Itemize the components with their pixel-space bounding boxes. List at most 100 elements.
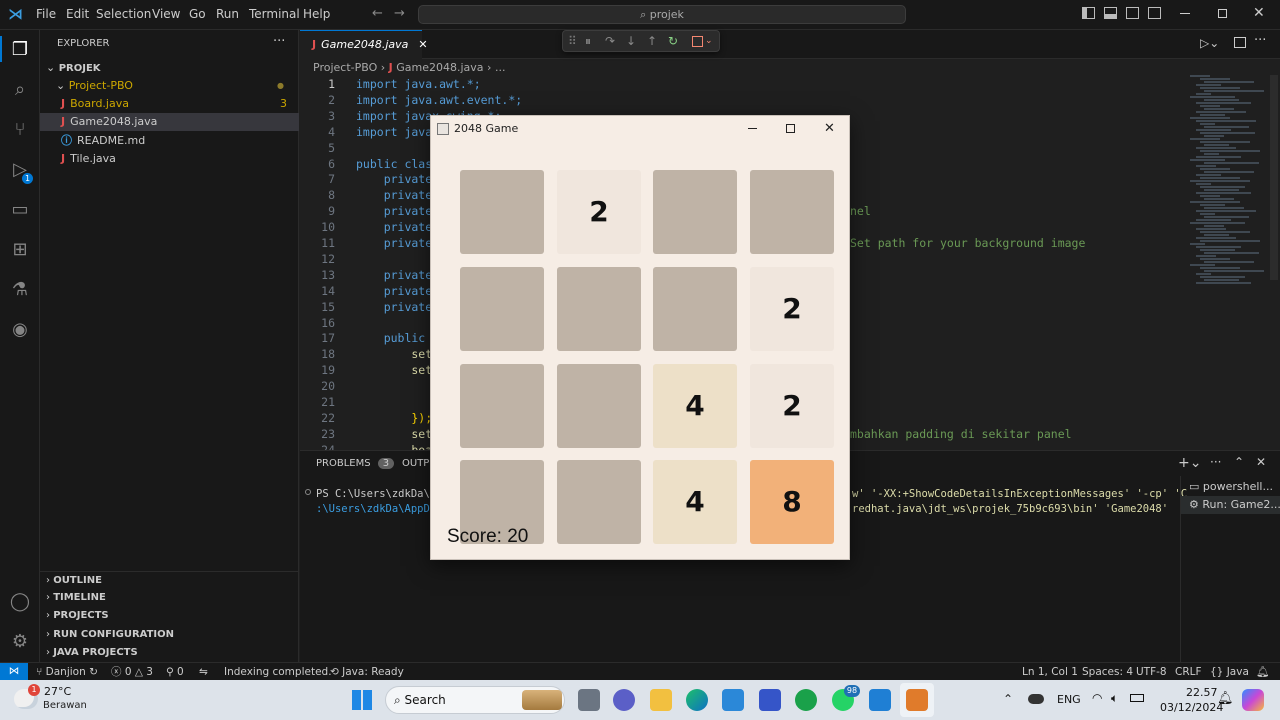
file-explorer-icon[interactable] [650, 689, 672, 711]
battery-icon[interactable] [1130, 694, 1144, 702]
ports-indicator[interactable]: ⚲ 0 [166, 665, 184, 679]
breadcrumb-file[interactable]: Game2048.java [396, 61, 483, 74]
section-timeline[interactable]: › TIMELINE [40, 589, 299, 607]
menu-file[interactable]: File [36, 7, 56, 21]
encoding[interactable]: UTF-8 [1136, 665, 1167, 679]
windows-start-icon[interactable] [352, 690, 372, 710]
end-of-line[interactable]: CRLF [1175, 665, 1202, 679]
file-item[interactable]: J Board.java 3 [40, 95, 299, 113]
pause-icon[interactable]: ⏸ [585, 33, 591, 49]
panel-more-icon[interactable]: ··· [1210, 455, 1221, 469]
menu-selection[interactable]: Selection [96, 7, 151, 21]
github-icon[interactable]: ◉ [8, 318, 32, 342]
toggle-sidebar-icon[interactable] [1082, 7, 1095, 19]
extensions-icon[interactable]: ⊞ [8, 238, 32, 262]
close-panel-icon[interactable]: ✕ [1256, 455, 1266, 469]
section-outline[interactable]: › OUTLINE [40, 571, 299, 589]
language-indicator[interactable]: ENG [1057, 693, 1081, 706]
step-out-icon[interactable]: ↑ [647, 33, 657, 49]
sync-icon[interactable]: ⇋ [199, 665, 208, 679]
step-over-icon[interactable]: ↷ [605, 33, 615, 49]
remote-explorer-icon[interactable]: ▭ [8, 198, 32, 222]
menu-terminal[interactable]: Terminal [249, 7, 300, 21]
game-board[interactable]: 224248 [431, 142, 849, 560]
tab-close-icon[interactable]: ✕ [418, 38, 427, 51]
project-folder-row[interactable]: ⌄ Project-PBO ● [40, 77, 299, 95]
breadcrumb-folder[interactable]: Project-PBO [313, 61, 377, 74]
copilot-icon[interactable] [1242, 689, 1264, 711]
accounts-icon[interactable]: ◯ [8, 590, 32, 614]
editor-more-icon[interactable]: ··· [1254, 33, 1266, 48]
task-view-icon[interactable] [578, 689, 600, 711]
minimize-icon[interactable] [1180, 13, 1190, 14]
edge-icon[interactable] [686, 689, 708, 711]
command-search-input[interactable]: ⌕ projek [418, 5, 906, 24]
weather-temp[interactable]: 27°C [44, 685, 71, 698]
wifi-icon[interactable]: ◠ [1092, 691, 1102, 705]
stop-icon[interactable] [692, 36, 703, 47]
file-item[interactable]: J Game2048.java [40, 113, 299, 132]
menu-view[interactable]: View [152, 7, 180, 21]
code-line[interactable]: 2 import java.awt.event.*; [300, 92, 1190, 108]
notification-bell-icon[interactable]: 🔔︎ [1217, 691, 1234, 706]
indentation[interactable]: Spaces: 4 [1082, 665, 1133, 679]
settings-gear-icon[interactable]: ⚙ [8, 630, 32, 654]
maximize-panel-icon[interactable]: ⌃ [1234, 455, 1244, 469]
breadcrumb-more[interactable]: ... [495, 61, 506, 74]
source-control-icon[interactable]: ⑂ [8, 118, 32, 142]
tab-game2048[interactable]: J Game2048.java ✕ [300, 30, 428, 59]
toggle-panel-icon[interactable] [1104, 7, 1117, 19]
store-icon[interactable] [722, 689, 744, 711]
new-terminal-icon[interactable]: +⌄ [1178, 455, 1201, 471]
menu-run[interactable]: Run [216, 7, 239, 21]
clock-time[interactable]: 22.57 [1186, 686, 1218, 699]
java-status[interactable]: ⟲ Java: Ready [330, 665, 404, 679]
menu-help[interactable]: Help [303, 7, 330, 21]
customize-layout-icon[interactable] [1148, 7, 1161, 19]
weather-desc[interactable]: Berawan [43, 700, 87, 711]
tab-problems[interactable]: PROBLEMS 3 [316, 458, 395, 469]
remote-indicator-icon[interactable]: ⋈ [0, 663, 28, 680]
chevron-up-icon[interactable]: ⌃ [1003, 692, 1013, 706]
file-item[interactable]: ⓘ README.md [40, 132, 299, 150]
problems-indicator[interactable]: ⓧ 0 △ 3 [111, 665, 153, 679]
taskbar-search-box[interactable]: ⌕ Search [385, 686, 565, 714]
maximize-icon[interactable] [1218, 9, 1227, 18]
split-editor-icon[interactable] [1234, 37, 1246, 48]
run-icon[interactable]: ▷⌄ [1200, 36, 1219, 50]
stop-dropdown-icon[interactable]: ⌄ [705, 33, 713, 49]
branch-indicator[interactable]: ⑂ Danjion ↻ [36, 665, 98, 679]
editor-scrollbar[interactable] [1270, 75, 1278, 280]
section-run-configuration[interactable]: › RUN CONFIGURATION [40, 626, 299, 644]
indexing-status[interactable]: Indexing completed. [224, 665, 332, 679]
toggle-secondary-sidebar-icon[interactable] [1126, 7, 1139, 19]
teams-icon[interactable] [613, 689, 635, 711]
step-into-icon[interactable]: ↓ [626, 33, 636, 49]
notifications-bell-icon[interactable]: 🔔︎ [1256, 665, 1269, 679]
game-close-icon[interactable]: ✕ [824, 116, 835, 142]
clock-date[interactable]: 03/12/2024 [1160, 701, 1223, 714]
back-arrow-icon[interactable]: ← [372, 6, 383, 21]
app-n-icon[interactable] [759, 689, 781, 711]
section-projects[interactable]: › PROJECTS [40, 607, 299, 625]
restart-icon[interactable]: ↻ [668, 33, 678, 49]
explorer-more-icon[interactable]: ··· [273, 34, 285, 49]
explorer-icon[interactable]: ❐ [8, 38, 32, 62]
terminal-item-run[interactable]: ⚙ Run: Game2... [1181, 496, 1280, 514]
search-icon[interactable]: ⌕ [8, 78, 32, 102]
menu-edit[interactable]: Edit [66, 7, 89, 21]
close-icon[interactable]: ✕ [1253, 5, 1265, 21]
xbox-icon[interactable] [795, 689, 817, 711]
menu-go[interactable]: Go [189, 7, 206, 21]
testing-icon[interactable]: ⚗ [8, 278, 32, 302]
root-folder-row[interactable]: ⌄ PROJEK [40, 59, 299, 77]
game-minimize-icon[interactable] [748, 128, 757, 129]
terminal-item-powershell[interactable]: ▭ powershell... [1189, 480, 1273, 493]
minimap[interactable] [1190, 75, 1266, 285]
volume-icon[interactable]: 🔈︎ [1111, 691, 1118, 706]
language-mode[interactable]: {} Java [1210, 665, 1249, 679]
game-maximize-icon[interactable] [786, 124, 795, 133]
vscode-taskbar-icon[interactable] [869, 689, 891, 711]
code-line[interactable]: 1 import java.awt.*; [300, 76, 1190, 92]
section-java-projects[interactable]: › JAVA PROJECTS [40, 644, 299, 662]
